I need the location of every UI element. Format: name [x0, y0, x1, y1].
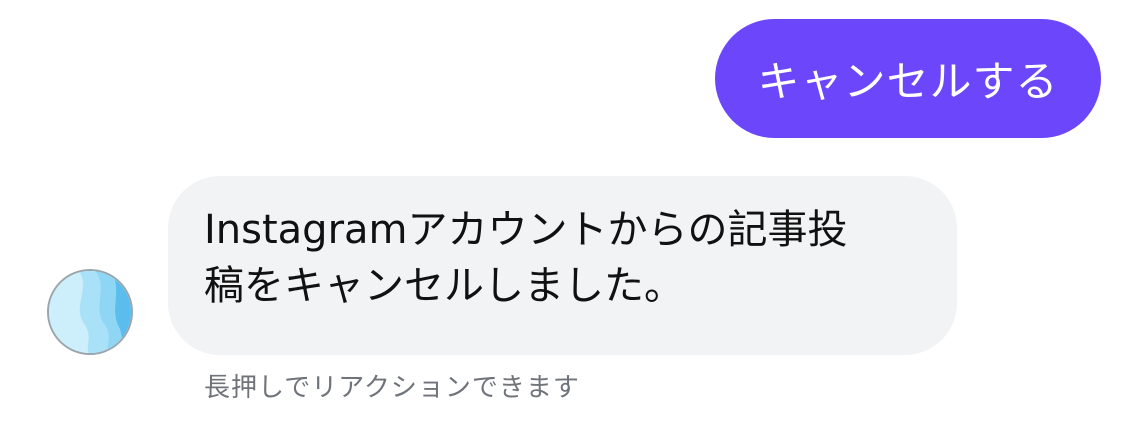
outgoing-message-bubble[interactable]: キャンセルする [715, 19, 1101, 138]
incoming-message-line-2: 稿をキャンセルしました。 [204, 263, 684, 309]
outgoing-message-text: キャンセルする [757, 57, 1059, 106]
bot-avatar-icon[interactable] [47, 269, 133, 355]
incoming-message-line-1: Instagramアカウントからの記事投 [204, 207, 848, 253]
reaction-hint-text: 長押しでリアクションできます [204, 373, 580, 403]
incoming-message-bubble[interactable]: Instagramアカウントからの記事投 稿をキャンセルしました。 [168, 176, 957, 355]
avatar-graphic [49, 271, 131, 353]
